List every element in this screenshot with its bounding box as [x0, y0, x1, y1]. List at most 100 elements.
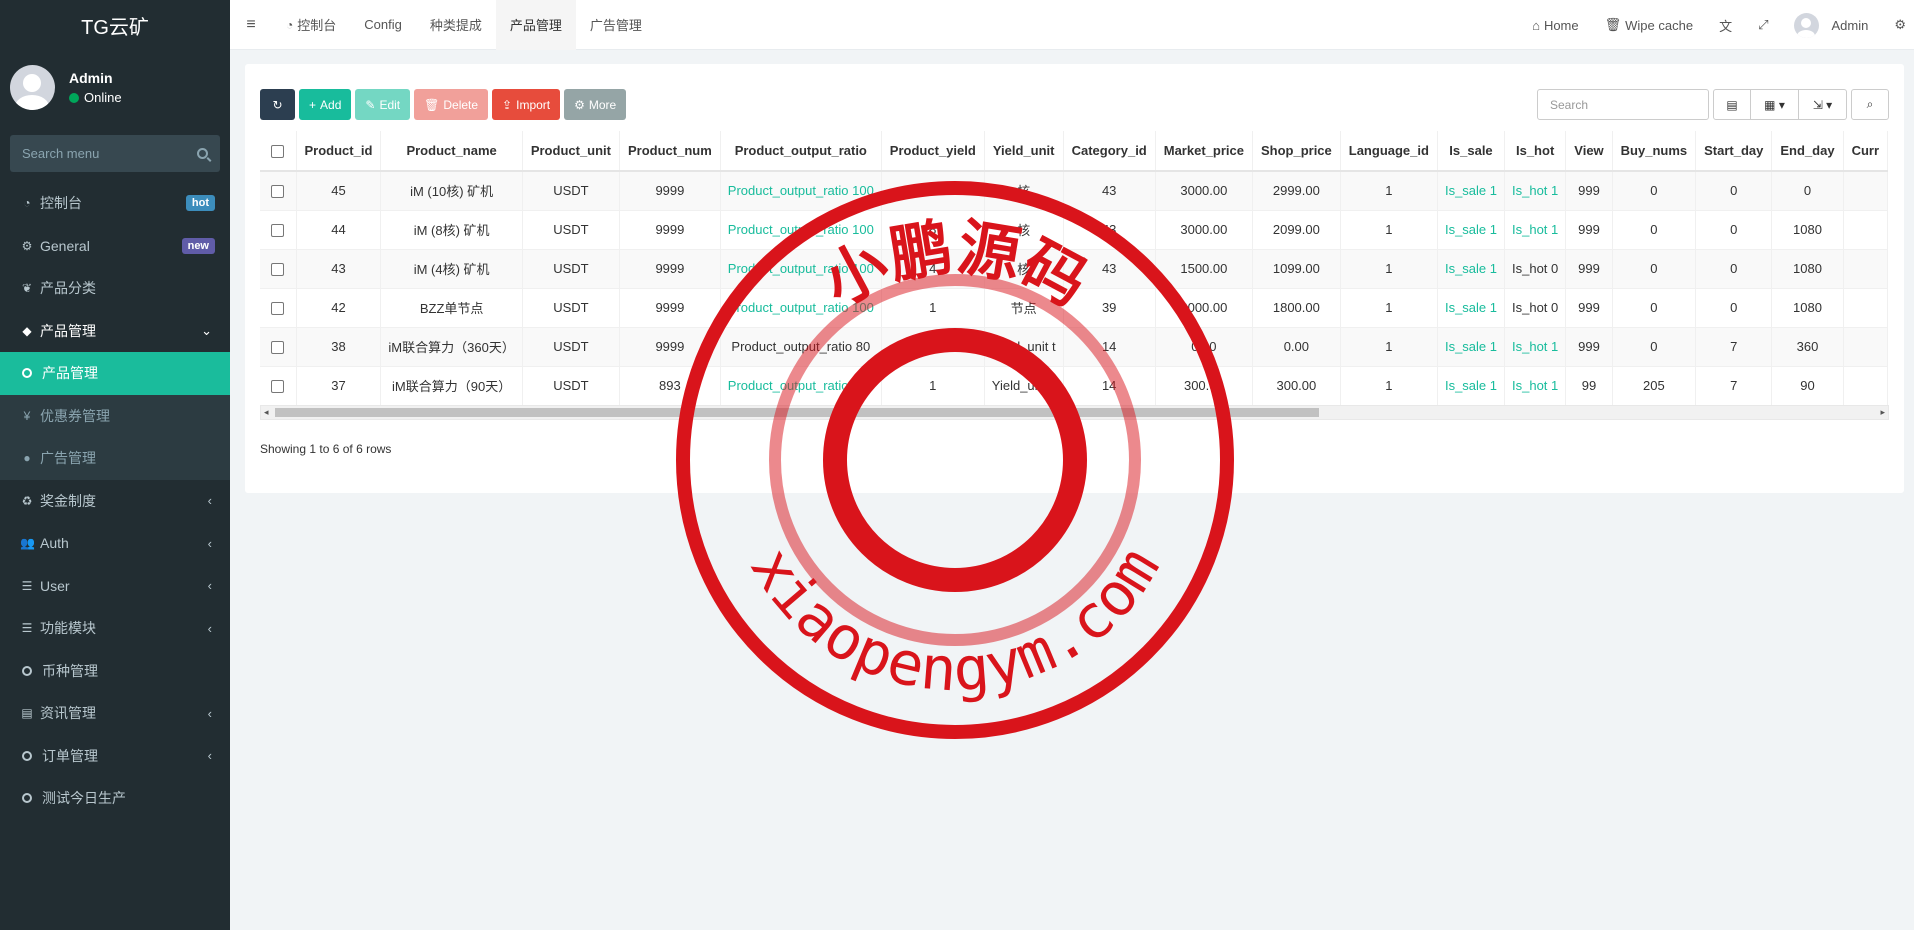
sidebar-subitem-product-management[interactable]: 产品管理 [0, 352, 230, 395]
settings-icon[interactable]: ⚙ [1881, 17, 1914, 33]
row-select-cell[interactable] [260, 366, 297, 406]
column-header[interactable]: Product_name [380, 131, 523, 172]
table-row[interactable]: 42 BZZ单节点 USDT 9999 Product_output_ratio 100… [260, 288, 1889, 328]
table-cell-link[interactable]: Is_hot 1 [1504, 171, 1567, 211]
column-header[interactable]: Product_id [296, 131, 382, 172]
more-button[interactable]: ⚙ More [564, 89, 627, 120]
select-all-header[interactable] [260, 131, 297, 172]
row-checkbox[interactable] [271, 224, 285, 238]
column-header[interactable]: Product_yield [881, 131, 985, 172]
table-cell-link[interactable]: Product_output_ratio 100 [720, 171, 882, 211]
add-button[interactable]: + Add [299, 89, 352, 120]
row-select-cell[interactable] [260, 210, 297, 250]
table-cell-link[interactable]: Is_hot 1 [1504, 366, 1567, 406]
sidebar-item-news[interactable]: ▤ 资讯管理 ‹ [0, 692, 230, 735]
row-select-cell[interactable] [260, 288, 297, 328]
column-header[interactable]: Yield_unit [984, 131, 1064, 172]
column-header[interactable]: View [1565, 131, 1613, 172]
column-header[interactable]: Product_num [619, 131, 721, 172]
export-button[interactable]: ⇲ ▾ [1799, 89, 1847, 120]
table-search-input[interactable]: Search [1537, 89, 1709, 120]
home-link[interactable]: ⌂ Home [1519, 18, 1592, 33]
table-cell: 2099.00 [1252, 210, 1341, 250]
advanced-search-button[interactable]: ⌕ [1851, 89, 1889, 120]
column-header[interactable]: Product_unit [522, 131, 621, 172]
delete-button[interactable]: 🗑 Delete [414, 89, 489, 120]
sidebar-item-bonus[interactable]: ♻ 奖金制度 ‹ [0, 480, 230, 523]
table-row[interactable]: 45 iM (10核) 矿机 USDT 9999 Product_output_rati… [260, 171, 1889, 211]
search-icon[interactable] [197, 148, 208, 159]
table-cell-link[interactable]: Is_sale 1 [1437, 249, 1506, 289]
sidebar-item-product-management[interactable]: ◆ 产品管理 ⌄ [0, 310, 230, 353]
column-header[interactable]: Market_price [1155, 131, 1253, 172]
table-cell: USDT [522, 288, 621, 328]
refresh-button[interactable]: ↻ [260, 89, 295, 120]
tab-commission[interactable]: 种类提成 [416, 0, 496, 50]
column-header[interactable]: Category_id [1063, 131, 1156, 172]
horizontal-scrollbar[interactable]: ◂ ▸ [260, 405, 1889, 420]
table-cell-link[interactable]: Is_sale 1 [1437, 288, 1506, 328]
select-all-checkbox[interactable] [271, 145, 285, 159]
toggle-view-button[interactable]: ▤ [1713, 89, 1751, 120]
language-icon[interactable]: 文 [1706, 16, 1745, 35]
column-header[interactable]: End_day [1771, 131, 1844, 172]
column-header[interactable]: Is_hot [1504, 131, 1567, 172]
table-cell-link[interactable]: Is_hot 1 [1504, 327, 1567, 367]
sidebar-item-user[interactable]: ☰ User ‹ [0, 565, 230, 608]
row-checkbox[interactable] [271, 263, 285, 277]
table-cell-link[interactable]: Is_sale 1 [1437, 327, 1506, 367]
row-select-cell[interactable] [260, 327, 297, 367]
row-checkbox[interactable] [271, 302, 285, 316]
scroll-right-icon[interactable]: ▸ [1880, 407, 1885, 418]
table-cell-link[interactable]: Is_sale 1 [1437, 366, 1506, 406]
table-cell-link[interactable]: Product_output_ratio 100 [720, 249, 882, 289]
table-cell-link[interactable]: Product_output_ratio 100 [720, 288, 882, 328]
edit-button[interactable]: ✎ Edit [355, 89, 411, 120]
tab-ad-management[interactable]: 广告管理 [576, 0, 656, 50]
sidebar-item-test-production[interactable]: 测试今日生产 [0, 777, 230, 820]
row-checkbox[interactable] [271, 380, 285, 394]
sidebar-item-dashboard[interactable]: ◔ 控制台 hot [0, 182, 230, 225]
app-logo[interactable]: TG云矿 [0, 0, 230, 50]
menu-toggle-icon[interactable]: ≡ [230, 16, 272, 34]
row-checkbox[interactable] [271, 341, 285, 355]
table-cell-link[interactable]: Product_output_ratio 100 [720, 210, 882, 250]
column-header[interactable]: Curr [1843, 131, 1889, 172]
scrollbar-thumb[interactable] [275, 408, 1319, 417]
column-header[interactable]: Language_id [1340, 131, 1438, 172]
import-button[interactable]: ⇪ Import [492, 89, 561, 120]
sidebar-item-product-category[interactable]: ❦ 产品分类 [0, 267, 230, 310]
column-header[interactable]: Buy_nums [1612, 131, 1697, 172]
sidebar-item-modules[interactable]: ☰ 功能模块 ‹ [0, 607, 230, 650]
wipe-cache-button[interactable]: 🗑 Wipe cache [1592, 17, 1706, 33]
column-header[interactable]: Start_day [1695, 131, 1773, 172]
sidebar-search-input[interactable]: Search menu [10, 135, 220, 172]
sidebar-item-general[interactable]: ⚙ General new [0, 225, 230, 268]
tab-product-management[interactable]: 产品管理 [495, 0, 576, 50]
column-header[interactable]: Shop_price [1252, 131, 1341, 172]
table-row[interactable]: 43 iM (4核) 矿机 USDT 9999 Product_output_ratio… [260, 249, 1889, 289]
tab-config[interactable]: Config [350, 0, 416, 50]
table-row[interactable]: 44 iM (8核) 矿机 USDT 9999 Product_output_ratio… [260, 210, 1889, 250]
sidebar-subitem-coupons[interactable]: ¥ 优惠券管理 [0, 394, 230, 437]
row-select-cell[interactable] [260, 171, 297, 211]
sidebar-subitem-ads[interactable]: ● 广告管理 [0, 437, 230, 480]
scroll-left-icon[interactable]: ◂ [264, 407, 269, 418]
columns-button[interactable]: ▦ ▾ [1751, 89, 1799, 120]
sidebar-item-orders[interactable]: 订单管理 ‹ [0, 735, 230, 778]
sidebar-item-auth[interactable]: 👥 Auth ‹ [0, 522, 230, 565]
table-cell-link[interactable]: Product_output_ratio 100 [720, 366, 882, 406]
fullscreen-icon[interactable]: ⤢ [1745, 17, 1781, 33]
row-select-cell[interactable] [260, 249, 297, 289]
table-row[interactable]: 38 iM联合算力（360天） USDT 9999 Product_output_rat… [260, 327, 1889, 367]
column-header[interactable]: Product_output_ratio [720, 131, 882, 172]
row-checkbox[interactable] [271, 185, 285, 199]
sidebar-item-currency[interactable]: 币种管理 [0, 650, 230, 693]
table-cell-link[interactable]: Is_sale 1 [1437, 210, 1506, 250]
tab-dashboard[interactable]: ◔ 控制台 [272, 0, 350, 50]
table-cell-link[interactable]: Is_sale 1 [1437, 171, 1506, 211]
table-cell-link[interactable]: Is_hot 1 [1504, 210, 1567, 250]
admin-menu[interactable]: Admin [1781, 12, 1881, 38]
table-row[interactable]: 37 iM联合算力（90天） USDT 893 Product_output_ratio… [260, 366, 1889, 406]
column-header[interactable]: Is_sale [1437, 131, 1506, 172]
